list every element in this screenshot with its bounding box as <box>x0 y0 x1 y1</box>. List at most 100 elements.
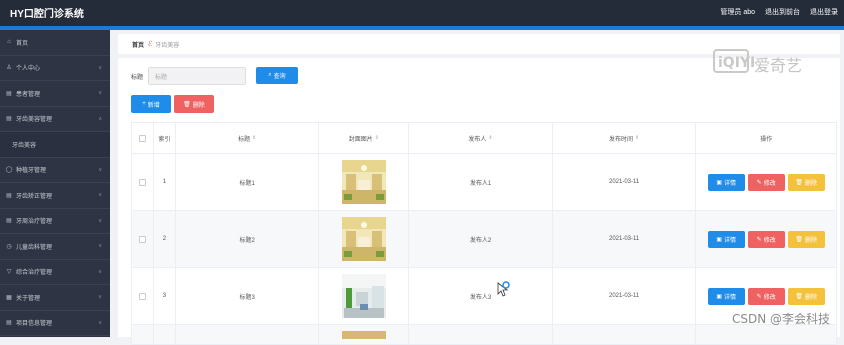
list-icon: ▤ <box>6 90 12 97</box>
funnel-icon: ▽ <box>6 269 12 276</box>
sidebar-item-periodontal[interactable]: ▤ 牙周治疗管理 ∨ <box>0 209 110 234</box>
query-button[interactable]: ⌕ 查询 <box>256 67 298 84</box>
sort-icon: ⇕ <box>252 135 257 141</box>
row-title: 标题3 <box>176 268 320 324</box>
row-title: 标题2 <box>176 211 320 267</box>
search-icon: ⌕ <box>268 72 272 78</box>
row-checkbox[interactable] <box>138 235 146 243</box>
sidebar-item-about[interactable]: ▦ 关于管理 ∨ <box>0 285 110 311</box>
row-publisher: 发布人3 <box>409 268 553 324</box>
row-publisher: 发布人1 <box>409 154 553 210</box>
chevron-down-icon: ∨ <box>98 192 102 199</box>
row-time: 2021-03-11 <box>553 154 697 210</box>
row-time: 2021-03-11 <box>553 211 697 267</box>
content-panel: 标题 标题 ⌕ 查询 + 新增 🗑 删除 索引 标题 ⇕ 封面图片 ⇕ 发布人 ⇕ 发布时间… <box>118 58 840 345</box>
admin-user-label: 管理员 abo <box>720 9 755 16</box>
sidebar-subitem-beauty[interactable]: 牙齿美容 <box>0 132 110 158</box>
main-content: 首页 ℰ 牙齿美容 标题 标题 ⌕ 查询 + 新增 🗑 删除 索引 标题 ⇕ 封面图片 ⇕… <box>114 30 844 345</box>
top-bar: HY口腔门诊系统 管理员 abo 退出到前台 退出登录 <box>0 0 844 26</box>
detail-button[interactable]: ▣ 详情 <box>707 230 745 248</box>
edit-button[interactable]: ✎ 修改 <box>747 287 785 305</box>
document-icon: ▣ <box>716 179 723 186</box>
edit-button[interactable]: ✎ 修改 <box>747 173 785 191</box>
logout-link[interactable]: 退出登录 <box>810 7 838 17</box>
chevron-up-icon: ∧ <box>98 115 102 122</box>
breadcrumb-current: 牙齿美容 <box>155 42 180 49</box>
row-time: 2021-03-11 <box>553 268 697 324</box>
chevron-down-icon: ∨ <box>98 294 102 301</box>
chevron-down-icon: ∨ <box>98 166 102 173</box>
circle-icon: ◯ <box>5 167 13 174</box>
mouse-cursor-icon <box>497 281 510 297</box>
chevron-down-icon: ∨ <box>98 243 102 250</box>
edit-button[interactable]: ✎ 修改 <box>747 230 785 248</box>
row-title: 标题1 <box>176 154 320 210</box>
sidebar-item-pediatric[interactable]: ◷ 儿童齿科管理 ∨ <box>0 234 110 260</box>
search-bar: 标题 标题 <box>131 67 247 85</box>
header-publisher[interactable]: 发布人 ⇕ <box>409 123 553 153</box>
add-button[interactable]: + 新增 <box>131 95 171 113</box>
row-index: 2 <box>154 211 176 267</box>
svg-text:iQIYI: iQIYI <box>718 55 755 71</box>
chevron-down-icon: ∨ <box>98 268 102 275</box>
grid-icon: ▦ <box>6 294 12 301</box>
header-title[interactable]: 标题 ⇕ <box>176 123 320 153</box>
sidebar-item-home[interactable]: ⌂ 首页 <box>0 30 110 56</box>
list-icon: ▤ <box>6 218 12 225</box>
back-to-front-link[interactable]: 退出到前台 <box>765 7 800 17</box>
search-label: 标题 <box>131 74 144 81</box>
document-icon: ▣ <box>716 236 723 243</box>
delete-button[interactable]: 🗑 删除 <box>787 287 825 305</box>
table-row <box>131 325 837 345</box>
header-index: 索引 <box>154 123 176 153</box>
sort-icon: ⇕ <box>374 135 379 141</box>
sidebar-item-implant[interactable]: ◯ 种植牙管理 ∨ <box>0 158 110 183</box>
breadcrumb-home[interactable]: 首页 <box>132 40 144 49</box>
home-icon: ⌂ <box>7 39 11 46</box>
list-icon: ▤ <box>6 116 12 123</box>
delete-button[interactable]: 🗑 删除 <box>787 230 825 248</box>
top-nav: 管理员 abo 退出到前台 退出登录 <box>720 7 838 17</box>
sidebar-item-comprehensive[interactable]: ▽ 综合治疗管理 ∨ <box>0 260 110 285</box>
list-icon: ▤ <box>6 192 12 199</box>
header-ops: 操作 <box>760 136 773 143</box>
detail-button[interactable]: ▣ 详情 <box>707 173 745 191</box>
chevron-down-icon: ∨ <box>98 319 102 326</box>
detail-button[interactable]: ▣ 详情 <box>707 287 745 305</box>
sidebar-item-profile[interactable]: ♙ 个人中心 ∨ <box>0 56 110 81</box>
csdn-watermark: CSDN @李会科技 <box>731 312 830 326</box>
breadcrumb-separator-icon: ℰ <box>148 41 153 48</box>
sidebar-item-patients[interactable]: ▤ 患者管理 ∨ <box>0 81 110 107</box>
sidebar: ⌂ 首页 ♙ 个人中心 ∨ ▤ 患者管理 ∨ ▤ 牙齿美容管理 ∧ 牙齿美容 ◯ 种植牙管理 ∨ … <box>0 30 110 337</box>
header-time[interactable]: 发布时间 ⇕ <box>553 123 697 153</box>
chevron-down-icon: ∨ <box>98 217 102 224</box>
row-checkbox[interactable] <box>138 292 146 300</box>
row-publisher: 发布人2 <box>409 211 553 267</box>
table-header: 索引 标题 ⇕ 封面图片 ⇕ 发布人 ⇕ 发布时间 ⇕ 操作 <box>131 122 837 154</box>
row-index: 3 <box>154 268 176 324</box>
header-cover[interactable]: 封面图片 ⇕ <box>319 123 410 153</box>
sidebar-item-orthodontic[interactable]: ▤ 牙齿矫正管理 ∨ <box>0 183 110 209</box>
sidebar-item-beauty-mgmt[interactable]: ▤ 牙齿美容管理 ∧ <box>0 107 110 132</box>
cover-image <box>341 160 386 204</box>
pencil-icon: ✎ <box>756 179 762 186</box>
list-icon: ▤ <box>6 320 12 327</box>
title-search-input[interactable]: 标题 <box>148 67 247 85</box>
sort-icon: ⇕ <box>488 135 493 141</box>
cover-image <box>341 217 386 261</box>
trash-icon: 🗑 <box>795 293 803 300</box>
sidebar-item-projects[interactable]: ▤ 项目信息管理 ∨ <box>0 311 110 336</box>
pencil-icon: ✎ <box>756 293 762 300</box>
delete-button[interactable]: 🗑 删除 <box>787 173 825 191</box>
select-all-checkbox[interactable] <box>138 134 146 142</box>
app-title: HY口腔门诊系统 <box>10 9 84 20</box>
cover-image <box>341 274 386 318</box>
batch-delete-button[interactable]: 🗑 删除 <box>174 95 214 113</box>
document-icon: ▣ <box>716 293 723 300</box>
row-checkbox[interactable] <box>138 178 146 186</box>
trash-icon: 🗑 <box>795 179 803 186</box>
trash-icon: 🗑 <box>183 101 191 108</box>
clock-icon: ◷ <box>6 243 12 250</box>
trash-icon: 🗑 <box>795 236 803 243</box>
pencil-icon: ✎ <box>756 236 762 243</box>
